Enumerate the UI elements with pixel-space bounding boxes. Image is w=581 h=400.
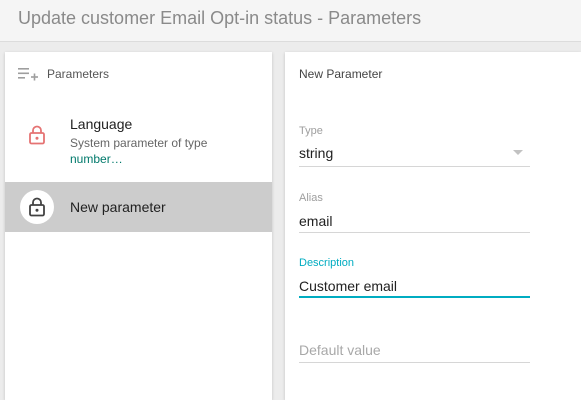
page-title: Update customer Email Opt-in status - Pa… (18, 8, 422, 28)
alias-field[interactable]: Alias email (299, 192, 530, 234)
alias-underline (299, 232, 530, 233)
parameter-item-language[interactable]: Language System parameter of type number… (5, 108, 272, 178)
editor-title: New Parameter (299, 67, 383, 81)
lock-icon (20, 118, 54, 152)
dropdown-arrow-icon[interactable] (513, 150, 523, 155)
alias-label: Alias (299, 192, 323, 204)
default-value-field[interactable]: Default value (299, 340, 530, 364)
type-underline (299, 166, 530, 167)
parameter-item-new-parameter[interactable]: New parameter (5, 182, 272, 232)
playlist-add-icon[interactable] (18, 66, 38, 82)
default-value-input[interactable]: Default value (299, 342, 381, 358)
type-value: string (299, 145, 334, 161)
parameter-description: System parameter of type (70, 136, 208, 150)
title-bar: Update customer Email Opt-in status - Pa… (0, 0, 581, 42)
default-value-underline (299, 362, 530, 363)
type-select[interactable]: Type string (299, 125, 530, 169)
parameters-panel: Parameters Language System parameter of … (5, 52, 272, 400)
description-underline (299, 296, 530, 298)
description-input[interactable]: Customer email (299, 278, 397, 294)
parameter-type: number… (70, 152, 123, 166)
parameter-name: New parameter (70, 199, 166, 215)
type-label: Type (299, 125, 323, 137)
alias-input[interactable]: email (299, 213, 332, 229)
lock-icon (20, 190, 54, 224)
parameters-header: Parameters (5, 52, 272, 96)
parameter-name: Language (70, 116, 133, 132)
description-field[interactable]: Description Customer email (299, 257, 530, 299)
parameters-title: Parameters (47, 67, 110, 81)
description-label: Description (299, 257, 355, 269)
parameter-editor-panel: New Parameter Type string Alias email De… (285, 52, 581, 400)
